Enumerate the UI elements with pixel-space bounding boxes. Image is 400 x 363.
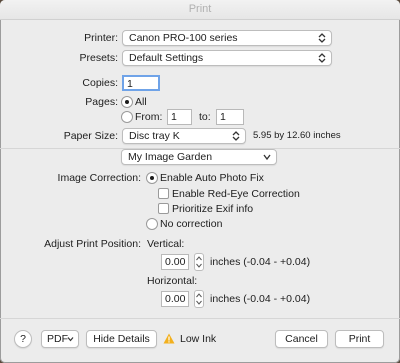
- red-eye-checkbox[interactable]: [158, 188, 169, 199]
- print-button[interactable]: Print: [335, 330, 384, 348]
- presets-value: Default Settings: [129, 52, 204, 64]
- horizontal-stepper[interactable]: [194, 290, 204, 308]
- pdf-label: PDF: [47, 333, 68, 345]
- no-correction-label: No correction: [160, 218, 223, 230]
- exif-label: Prioritize Exif info: [172, 203, 254, 215]
- printer-select[interactable]: Canon PRO-100 series: [122, 30, 332, 46]
- pages-all-radio[interactable]: [121, 96, 133, 108]
- horizontal-label: Horizontal:: [147, 275, 198, 287]
- updown-chevron-icon: [318, 33, 326, 43]
- pages-label: Pages:: [85, 96, 118, 108]
- panel-menu-value: My Image Garden: [128, 151, 213, 163]
- auto-photo-fix-radio[interactable]: [146, 172, 158, 184]
- red-eye-label: Enable Red-Eye Correction: [172, 188, 300, 200]
- cancel-button[interactable]: Cancel: [275, 330, 328, 348]
- paper-size-value: Disc tray K: [129, 130, 180, 142]
- vertical-stepper[interactable]: [194, 253, 204, 271]
- pages-from-input[interactable]: 1: [167, 109, 192, 125]
- help-button[interactable]: ?: [14, 330, 32, 348]
- printer-value: Canon PRO-100 series: [129, 32, 238, 44]
- vertical-units: inches (-0.04 - +0.04): [210, 256, 311, 268]
- pages-to-label: to:: [199, 111, 211, 123]
- chevron-down-icon: [263, 154, 271, 161]
- pages-from-radio[interactable]: [121, 111, 133, 123]
- pages-from-label: From:: [135, 111, 163, 123]
- printer-label: Printer:: [84, 32, 118, 44]
- print-dialog: Print Printer: Canon PRO-100 series Pres…: [0, 0, 400, 363]
- warning-icon: [163, 333, 175, 344]
- copies-label: Copies:: [82, 77, 118, 89]
- pages-all-label: All: [135, 96, 147, 108]
- paper-size-dimensions: 5.95 by 12.60 inches: [253, 130, 341, 141]
- paper-size-select[interactable]: Disc tray K: [122, 128, 246, 144]
- stepper-arrows-icon: [196, 256, 202, 268]
- updown-chevron-icon: [232, 131, 240, 141]
- no-correction-radio[interactable]: [146, 218, 158, 230]
- vertical-input[interactable]: 0.00: [161, 254, 189, 270]
- horizontal-input[interactable]: 0.00: [161, 291, 189, 307]
- hide-details-button[interactable]: Hide Details: [86, 330, 157, 348]
- footer-divider: [0, 318, 400, 319]
- copies-input[interactable]: 1: [122, 75, 160, 91]
- exif-checkbox[interactable]: [158, 203, 169, 214]
- presets-select[interactable]: Default Settings: [122, 50, 332, 66]
- paper-size-label: Paper Size:: [63, 130, 118, 142]
- presets-label: Presets:: [79, 52, 118, 64]
- updown-chevron-icon: [318, 53, 326, 63]
- auto-photo-fix-label: Enable Auto Photo Fix: [160, 172, 264, 184]
- image-correction-label: Image Correction:: [57, 172, 141, 184]
- adjust-position-label: Adjust Print Position:: [44, 238, 141, 250]
- stepper-arrows-icon: [196, 293, 202, 305]
- pages-to-input[interactable]: 1: [216, 109, 244, 125]
- vertical-label: Vertical:: [147, 238, 185, 250]
- window-title: Print: [0, 0, 400, 20]
- pdf-menu-button[interactable]: PDF: [41, 330, 79, 348]
- chevron-down-icon: [67, 337, 74, 342]
- panel-menu-select[interactable]: My Image Garden: [121, 149, 277, 165]
- horizontal-units: inches (-0.04 - +0.04): [210, 293, 311, 305]
- low-ink-label: Low Ink: [180, 333, 217, 345]
